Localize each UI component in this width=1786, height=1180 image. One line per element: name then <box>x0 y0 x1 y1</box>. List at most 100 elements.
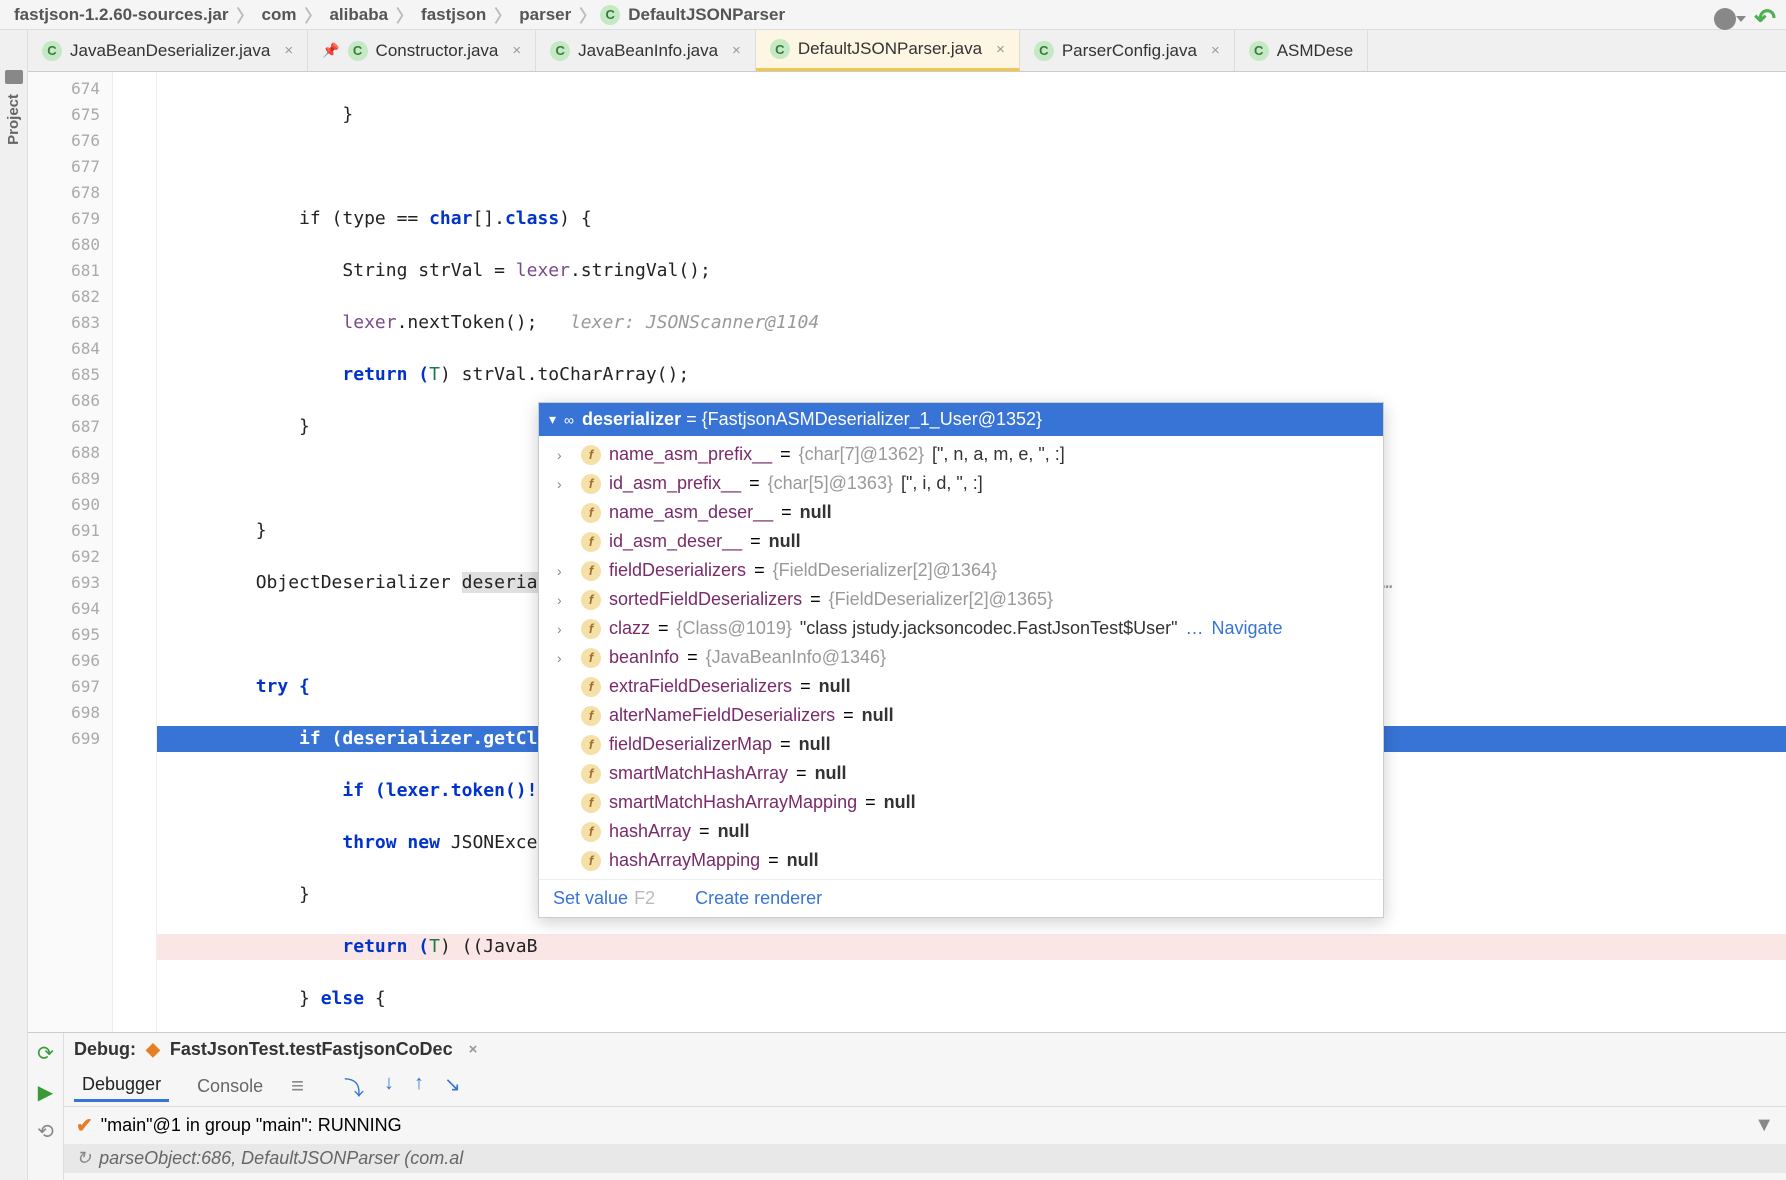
popup-field-row[interactable]: fid_asm_deser__ = null <box>539 527 1383 556</box>
field-value-str: "class jstudy.jacksoncodec.FastJsonTest$… <box>800 618 1178 639</box>
close-icon[interactable]: × <box>732 42 741 59</box>
console-tab[interactable]: Console <box>189 1072 271 1101</box>
close-icon[interactable]: × <box>1211 42 1220 59</box>
stack-frame-label: parseObject:686, DefaultJSONParser (com.… <box>99 1148 463 1169</box>
field-name: clazz <box>609 618 650 639</box>
popup-field-row[interactable]: fhashArrayMapping = null <box>539 846 1383 875</box>
tab-javabean-deserializer[interactable]: C JavaBeanDeserializer.java × <box>28 30 308 71</box>
sidebar: Project <box>0 30 28 1180</box>
tab-constructor[interactable]: 📌 C Constructor.java × <box>308 30 536 71</box>
field-value-obj: {Class@1019} <box>677 618 792 639</box>
popup-field-row[interactable]: ›fsortedFieldDeserializers = {FieldDeser… <box>539 585 1383 614</box>
popup-field-row[interactable]: ffieldDeserializerMap = null <box>539 730 1383 759</box>
field-value-obj: {FieldDeserializer[2]@1365} <box>829 589 1053 610</box>
popup-field-row[interactable]: falterNameFieldDeserializers = null <box>539 701 1383 730</box>
popup-field-row[interactable]: ›fclazz = {Class@1019} "class jstudy.jac… <box>539 614 1383 643</box>
field-name: smartMatchHashArrayMapping <box>609 792 857 813</box>
navigate-link[interactable]: Navigate <box>1212 618 1283 639</box>
chevron-right-icon[interactable]: › <box>557 563 569 579</box>
debugger-tab[interactable]: Debugger <box>74 1070 169 1102</box>
field-name: smartMatchHashArray <box>609 763 788 784</box>
step-over-icon[interactable]: ⤵ <box>344 1072 364 1101</box>
create-renderer-link[interactable]: Create renderer <box>695 888 822 909</box>
tab-parserconfig[interactable]: C ParserConfig.java × <box>1020 30 1235 71</box>
class-icon: C <box>42 41 62 61</box>
field-icon: f <box>581 503 601 523</box>
popup-field-row[interactable]: ›fbeanInfo = {JavaBeanInfo@1346} <box>539 643 1383 672</box>
class-icon: C <box>1034 41 1054 61</box>
chevron-right-icon[interactable]: › <box>557 476 569 492</box>
class-icon: C <box>1249 41 1269 61</box>
field-icon: f <box>581 706 601 726</box>
popup-field-row[interactable]: fhashArray = null <box>539 817 1383 846</box>
breadcrumb-pkg[interactable]: parser <box>515 5 575 25</box>
chevron-right-icon[interactable]: › <box>557 650 569 666</box>
breadcrumb-pkg[interactable]: fastjson <box>417 5 490 25</box>
close-icon[interactable]: × <box>996 41 1005 58</box>
step-into-icon[interactable]: ↓ <box>384 1072 394 1101</box>
popup-field-row[interactable]: ›ffieldDeserializers = {FieldDeserialize… <box>539 556 1383 585</box>
chevron-down-icon[interactable]: ▾ <box>549 411 556 428</box>
field-name: beanInfo <box>609 647 679 668</box>
stop-icon[interactable]: ⟲ <box>37 1119 54 1144</box>
avatar-icon[interactable] <box>1714 8 1736 30</box>
chevron-right-icon[interactable]: › <box>557 621 569 637</box>
line-number: 679 <box>28 206 100 232</box>
breadcrumb-pkg[interactable]: com <box>257 5 300 25</box>
popup-field-row[interactable]: fextraFieldDeserializers = null <box>539 672 1383 701</box>
resume-icon[interactable]: ▶ <box>38 1080 53 1105</box>
tab-javabeaninfo[interactable]: C JavaBeanInfo.java × <box>536 30 756 71</box>
line-number: 677 <box>28 154 100 180</box>
debug-run-icon: ◆ <box>146 1039 160 1060</box>
pin-icon: 📌 <box>322 42 339 59</box>
popup-header[interactable]: ▾ ∞ deserializer = {FastjsonASMDeseriali… <box>539 403 1383 436</box>
line-number: 680 <box>28 232 100 258</box>
stack-frame-row[interactable]: ↻ parseObject:686, DefaultJSONParser (co… <box>64 1144 1786 1173</box>
tab-defaultjsonparser[interactable]: C DefaultJSONParser.java × <box>756 30 1020 71</box>
field-value-null: null <box>769 531 801 552</box>
popup-footer: Set valueF2 Create renderer <box>539 879 1383 917</box>
debug-value-popup: ▾ ∞ deserializer = {FastjsonASMDeseriali… <box>538 402 1384 918</box>
run-config-name: FastJsonTest.testFastjsonCoDec <box>170 1039 453 1060</box>
popup-field-row[interactable]: fname_asm_deser__ = null <box>539 498 1383 527</box>
field-icon: f <box>581 474 601 494</box>
breadcrumb-jar[interactable]: fastjson-1.2.60-sources.jar <box>10 5 232 25</box>
field-name: sortedFieldDeserializers <box>609 589 802 610</box>
field-name: fieldDeserializerMap <box>609 734 772 755</box>
threads-icon[interactable]: ≡ <box>291 1073 304 1099</box>
thread-row[interactable]: ✔ "main"@1 in group "main": RUNNING ▼ <box>64 1107 1786 1144</box>
project-tab-label[interactable]: Project <box>5 94 22 145</box>
run-to-cursor-icon[interactable]: ↘ <box>444 1072 461 1101</box>
rerun-icon[interactable]: ⟳ <box>37 1041 54 1066</box>
popup-field-row[interactable]: fsmartMatchHashArray = null <box>539 759 1383 788</box>
back-arrow-icon[interactable]: ↶ <box>1754 3 1776 34</box>
project-icon[interactable] <box>5 70 23 84</box>
field-icon: f <box>581 619 601 639</box>
close-icon[interactable]: × <box>284 42 293 59</box>
line-number: 696 <box>28 648 100 674</box>
filter-icon[interactable]: ▼ <box>1754 1114 1774 1137</box>
chevron-right-icon[interactable]: › <box>557 447 569 463</box>
line-number: 693 <box>28 570 100 596</box>
breadcrumb-class[interactable]: DefaultJSONParser <box>624 5 789 25</box>
close-icon[interactable]: × <box>512 42 521 59</box>
popup-field-row[interactable]: ›fid_asm_prefix__ = {char[5]@1363} [", i… <box>539 469 1383 498</box>
editor[interactable]: 674 675 676 677 678 679 680 681 682 683 … <box>28 72 1786 1032</box>
chevron-right-icon[interactable]: › <box>557 592 569 608</box>
field-name: alterNameFieldDeserializers <box>609 705 835 726</box>
popup-field-row[interactable]: ›fname_asm_prefix__ = {char[7]@1362} [",… <box>539 440 1383 469</box>
debug-label: Debug: <box>74 1039 136 1060</box>
breadcrumb-pkg[interactable]: alibaba <box>325 5 392 25</box>
set-value-link[interactable]: Set value <box>553 888 628 908</box>
step-out-icon[interactable]: ↑ <box>414 1072 424 1101</box>
tab-asmdese[interactable]: C ASMDese <box>1235 30 1369 71</box>
field-value-null: null <box>819 676 851 697</box>
breadcrumb: fastjson-1.2.60-sources.jar 〉 com 〉 alib… <box>0 0 1786 30</box>
debug-tabs: Debugger Console ≡ ⤵ ↓ ↑ ↘ <box>64 1066 1786 1107</box>
field-value-null: null <box>799 734 831 755</box>
line-number: 684 <box>28 336 100 362</box>
class-icon: C <box>600 5 620 25</box>
field-name: id_asm_deser__ <box>609 531 742 552</box>
close-icon[interactable]: × <box>469 1041 478 1058</box>
popup-field-row[interactable]: fsmartMatchHashArrayMapping = null <box>539 788 1383 817</box>
